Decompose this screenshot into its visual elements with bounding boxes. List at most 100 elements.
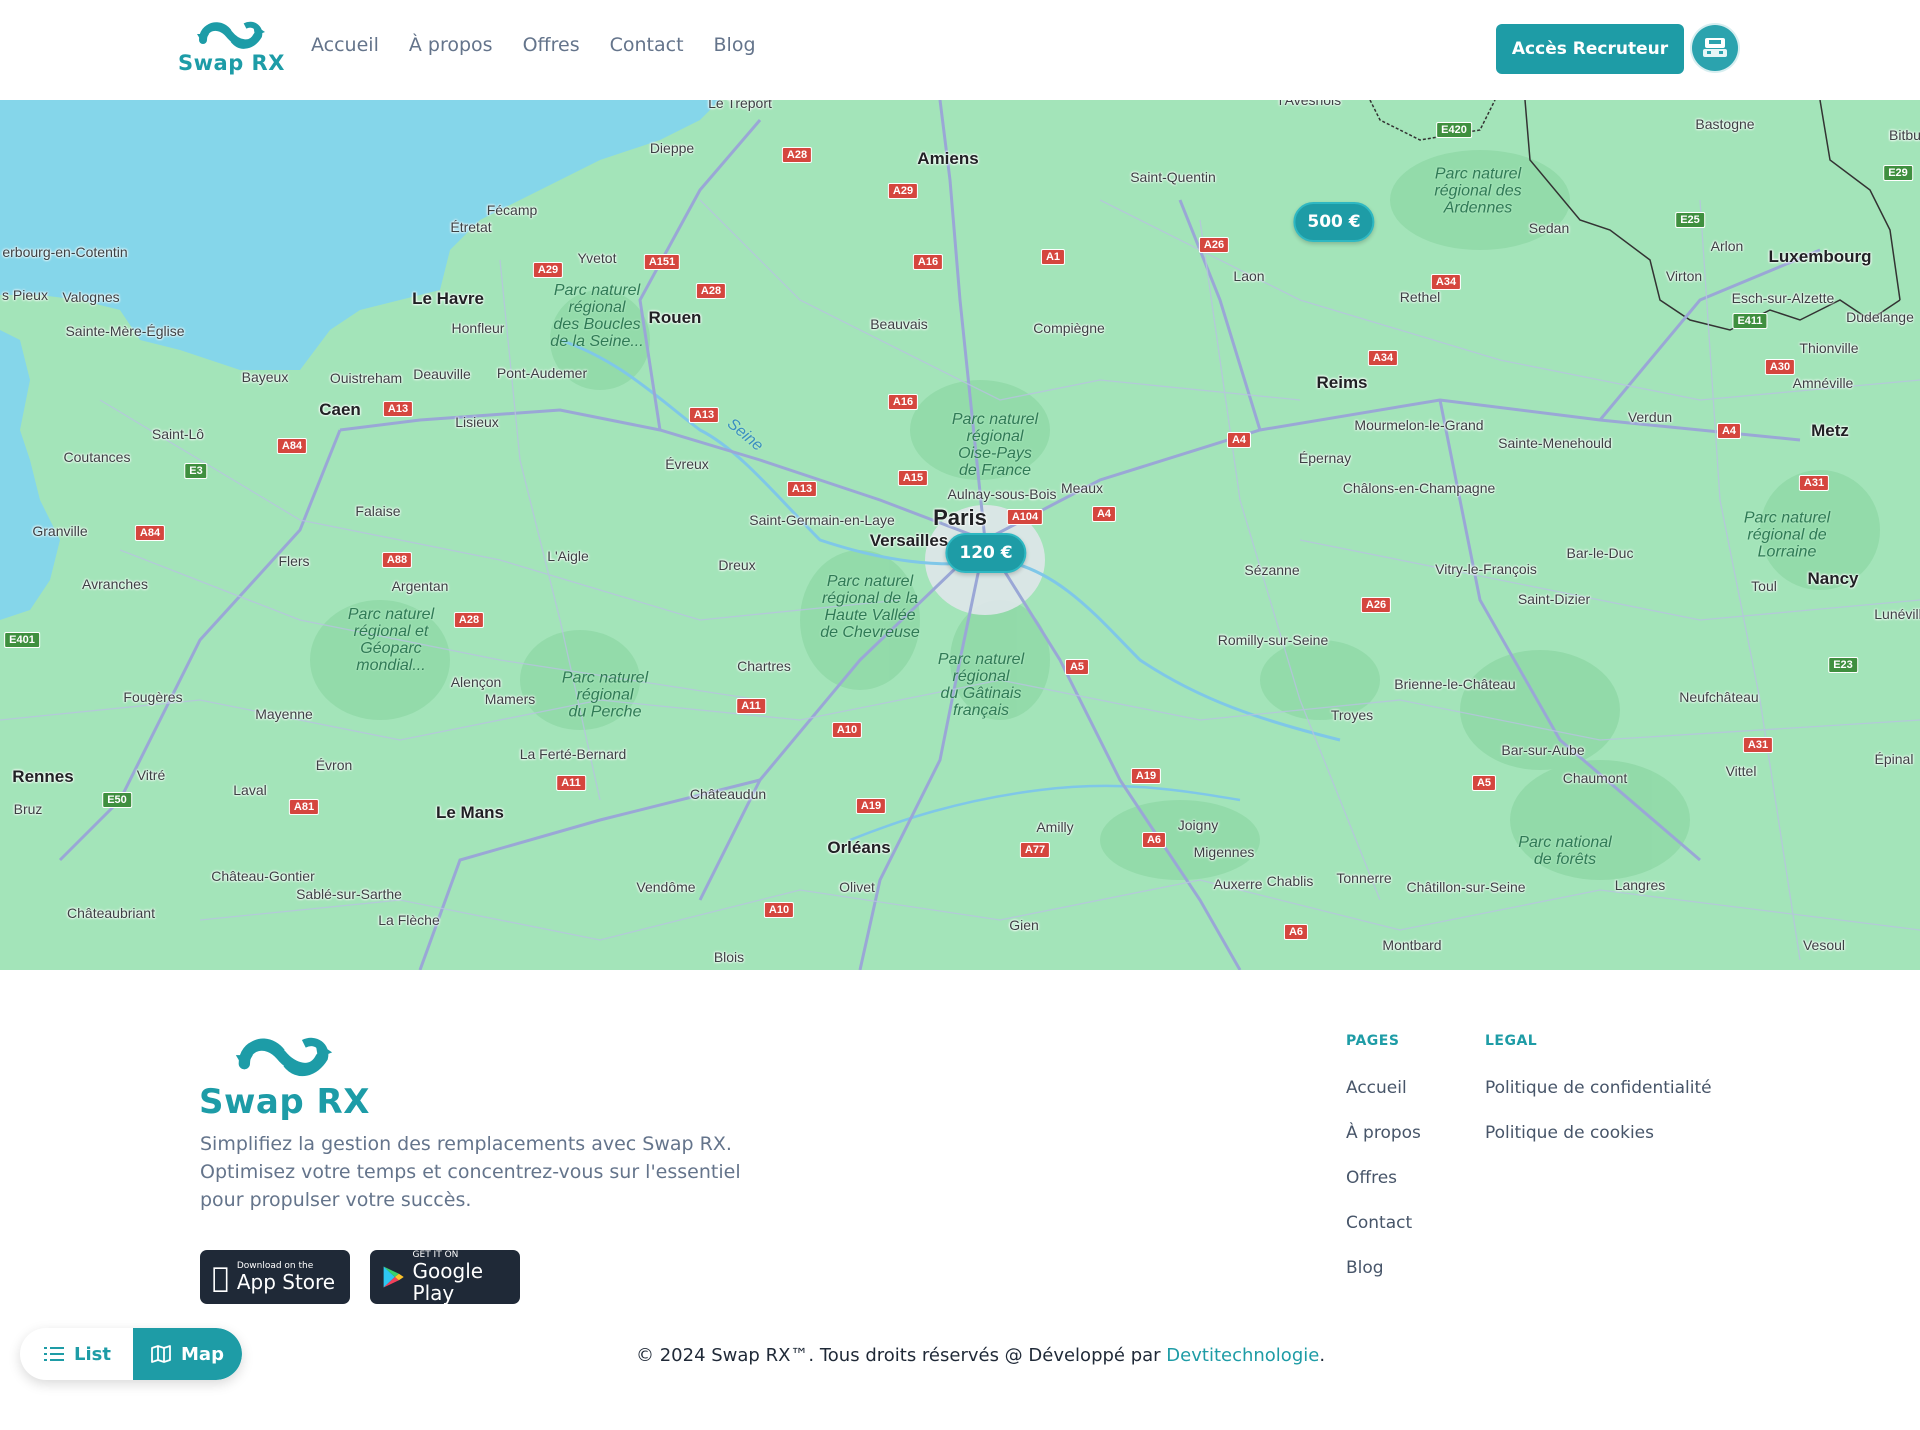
place-virton: Virton xyxy=(1665,268,1703,284)
nav-contact[interactable]: Contact xyxy=(610,34,684,56)
google-play-badge[interactable]: GET IT ON Google Play xyxy=(370,1250,520,1304)
road-shield: A16 xyxy=(912,254,944,270)
footer-tagline: Simplifiez la gestion des remplacements … xyxy=(200,1133,741,1211)
place-blois: Blois xyxy=(713,949,745,965)
footer-link-offres[interactable]: Offres xyxy=(1346,1168,1397,1188)
park-perche: Parc naturel régional du Perche xyxy=(561,669,649,721)
place-saint-germain: Saint-Germain-en-Laye xyxy=(749,512,895,528)
place-epinal: Épinal xyxy=(1874,751,1914,767)
place-neufchateau: Neufchâteau xyxy=(1679,689,1759,705)
app-store-large: App Store xyxy=(220,1269,335,1294)
place-mourmelon: Mourmelon-le-Grand xyxy=(1354,417,1484,433)
place-dudelange: Dudelange xyxy=(1846,309,1914,325)
place-amilly: Amilly xyxy=(1036,819,1074,835)
place-tonnerre: Tonnerre xyxy=(1336,870,1392,886)
road-shield: A1 xyxy=(1040,249,1066,265)
developer-link[interactable]: Devtitechnologie xyxy=(1166,1345,1319,1366)
footer-link-accueil[interactable]: Accueil xyxy=(1346,1078,1407,1098)
place-laval: Laval xyxy=(233,782,267,798)
place-arlon: Arlon xyxy=(1710,238,1744,254)
road-shield: A19 xyxy=(855,798,887,814)
footer-link-a-propos[interactable]: À propos xyxy=(1346,1123,1421,1143)
park-ardennes: Parc naturel régional des Ardennes xyxy=(1434,165,1522,217)
recruiter-access-button[interactable]: Accès Recruteur xyxy=(1496,24,1684,74)
nav-offres[interactable]: Offres xyxy=(523,34,580,56)
road-shield: A84 xyxy=(276,438,308,454)
footer-link-cookies[interactable]: Politique de cookies xyxy=(1485,1123,1654,1143)
road-shield: A11 xyxy=(736,698,766,714)
road-shield: A29 xyxy=(887,183,919,199)
place-mamers: Mamers xyxy=(484,691,536,707)
place-chalons: Châlons-en-Champagne xyxy=(1342,480,1496,496)
place-esch: Esch-sur-Alzette xyxy=(1731,290,1835,306)
price-marker[interactable]: 120 € xyxy=(945,533,1027,573)
place-olivet: Olivet xyxy=(839,879,875,895)
place-bastogne: Bastogne xyxy=(1695,116,1755,132)
place-paris: Paris xyxy=(933,505,987,530)
user-avatar[interactable] xyxy=(1692,25,1738,71)
place-le-mans: Le Mans xyxy=(435,803,505,822)
road-shield: A28 xyxy=(781,147,813,163)
road-shield: A34 xyxy=(1367,350,1399,366)
map-icon xyxy=(151,1345,171,1363)
place-bitburg: Bitbu xyxy=(1889,127,1920,143)
place-romilly: Romilly-sur-Seine xyxy=(1217,632,1329,648)
road-shield: A31 xyxy=(1798,475,1830,491)
app-store-badge[interactable]:  Download on the App Store xyxy=(200,1250,350,1304)
copyright-text: © 2024 Swap RX™. Tous droits réservés @ … xyxy=(636,1345,1167,1366)
place-laon: Laon xyxy=(1233,268,1265,284)
nav-accueil[interactable]: Accueil xyxy=(311,34,379,56)
place-bar-sur-aube: Bar-sur-Aube xyxy=(1501,742,1585,758)
place-auxerre: Auxerre xyxy=(1213,876,1263,892)
road-shield: A5 xyxy=(1064,659,1090,675)
place-deauville: Deauville xyxy=(413,366,471,382)
footer-logo[interactable]: Swap RX xyxy=(199,1032,370,1122)
place-nancy: Nancy xyxy=(1807,569,1859,588)
place-le-treport: Le Tréport xyxy=(708,100,772,111)
place-bar-le-duc: Bar-le-Duc xyxy=(1566,545,1634,561)
place-luneville: Lunévill xyxy=(1874,606,1920,622)
price-marker[interactable]: 500 € xyxy=(1293,202,1375,242)
offers-map[interactable]: Le Tréport l'Avesnois Dieppe Amiens Sain… xyxy=(0,100,1920,970)
brand-name: Swap RX xyxy=(178,51,285,75)
footer-link-blog[interactable]: Blog xyxy=(1346,1258,1384,1278)
road-shield: A13 xyxy=(382,401,414,417)
place-etretat: Étretat xyxy=(450,219,492,235)
place-vendome: Vendôme xyxy=(636,879,696,895)
road-shield: E50 xyxy=(102,792,132,808)
road-shield: A4 xyxy=(1226,432,1252,448)
swap-logo-icon xyxy=(197,21,266,49)
place-compiegne: Compiègne xyxy=(1033,320,1105,336)
place-chablis: Chablis xyxy=(1266,873,1314,889)
place-gien: Gien xyxy=(1009,917,1039,933)
place-la-fleche: La Flèche xyxy=(378,912,440,928)
place-joigny: Joigny xyxy=(1177,817,1219,833)
list-view-button[interactable]: List xyxy=(44,1328,111,1380)
site-header: Swap RX Accueil À propos Offres Contact … xyxy=(0,0,1920,101)
footer-link-contact[interactable]: Contact xyxy=(1346,1213,1412,1233)
nav-a-propos[interactable]: À propos xyxy=(409,34,493,56)
place-granville: Granville xyxy=(32,523,88,539)
place-bruz: Bruz xyxy=(13,801,43,817)
road-shield: E401 xyxy=(4,632,40,648)
place-dreux: Dreux xyxy=(718,557,756,573)
place-pont-audemer: Pont-Audemer xyxy=(496,365,588,381)
park-lorraine: Parc naturel régional de Lorraine xyxy=(1743,509,1831,561)
road-shield: A151 xyxy=(643,254,681,270)
map-view-button[interactable]: Map xyxy=(133,1328,242,1380)
park-forets: Parc national de forêts xyxy=(1518,834,1612,868)
road-shield: A34 xyxy=(1430,274,1462,290)
place-le-havre: Le Havre xyxy=(412,289,484,308)
place-rouen: Rouen xyxy=(648,308,702,327)
place-saint-lo: Saint-Lô xyxy=(151,426,205,442)
view-toggle: List Map xyxy=(20,1328,242,1380)
road-shield: A81 xyxy=(288,799,320,815)
road-shield: A77 xyxy=(1019,842,1051,858)
road-shield: E29 xyxy=(1883,165,1913,181)
road-shield: A13 xyxy=(688,407,720,423)
footer-link-privacy[interactable]: Politique de confidentialité xyxy=(1485,1078,1712,1098)
road-shield: A4 xyxy=(1716,423,1742,439)
nav-blog[interactable]: Blog xyxy=(714,34,756,56)
place-avesnois: l'Avesnois xyxy=(1278,100,1342,108)
brand-logo[interactable]: Swap RX xyxy=(178,18,285,75)
